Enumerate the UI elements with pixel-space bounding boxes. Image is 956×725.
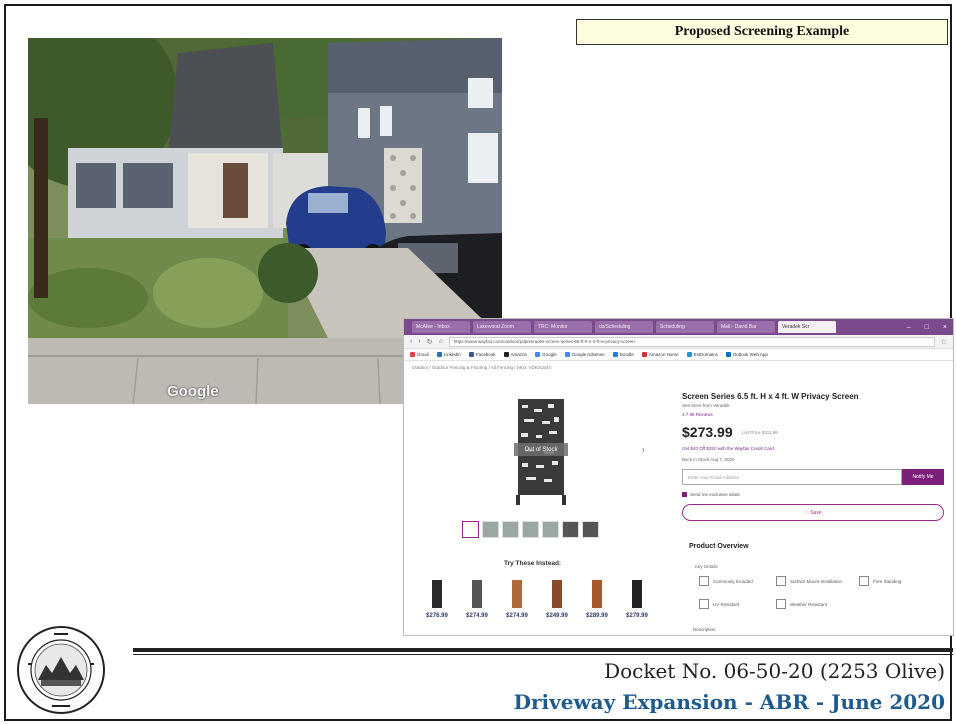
browser-tab[interactable]: McAfee - Inbox: [412, 321, 470, 333]
feature-item: Commonly Included: [699, 576, 753, 586]
see-more-link[interactable]: See More from Veradek: [682, 403, 730, 408]
product-thumbnail: [432, 580, 442, 608]
suggested-price: $289.99: [586, 613, 608, 619]
bookmark-item[interactable]: LinkedIn: [436, 352, 461, 357]
suggested-price: $249.99: [546, 613, 568, 619]
suggested-product[interactable]: $274.99: [502, 580, 532, 619]
checkbox-label: Send me exclusive deals: [690, 492, 740, 497]
bookmark-item[interactable]: ExtDomains: [686, 352, 718, 357]
star-icon[interactable]: ☆: [941, 338, 947, 346]
notify-form: Enter Your Email Address Notify Me: [682, 469, 944, 485]
back-icon[interactable]: ‹: [410, 338, 412, 345]
suggested-price: $274.99: [466, 613, 488, 619]
save-button[interactable]: ♡ Save: [682, 504, 944, 521]
suggested-product[interactable]: $249.99: [542, 580, 572, 619]
email-field[interactable]: Enter Your Email Address: [682, 469, 902, 485]
bookmark-item[interactable]: Google Adsense: [564, 352, 605, 357]
suggested-price: $276.99: [426, 613, 448, 619]
close-icon[interactable]: ×: [943, 324, 947, 331]
bookmark-item[interactable]: Outlook Web App: [725, 352, 768, 357]
url-field[interactable]: https://www.wayfair.com/outdoor/pdp/vera…: [448, 336, 935, 347]
breadcrumb[interactable]: Outdoor / Outdoor Fencing & Flooring / A…: [404, 361, 953, 374]
suggested-price: $279.99: [626, 613, 648, 619]
docket-number: Docket No. 06-50-20 (2253 Olive): [604, 659, 945, 683]
browser-screenshot: McAfee - Inbox Lakewood Zoom TRC: Monito…: [403, 318, 954, 636]
mount-icon: [776, 576, 786, 586]
suggested-price: $274.99: [506, 613, 528, 619]
slide-subtitle: Driveway Expansion - ABR - June 2020: [513, 690, 945, 714]
slide-title: Proposed Screening Example: [576, 19, 948, 45]
sun-icon: [699, 599, 709, 609]
thumbnail[interactable]: [542, 521, 559, 538]
thumbnail[interactable]: [522, 521, 539, 538]
reload-icon[interactable]: ↻: [427, 338, 433, 346]
product-title: Screen Series 6.5 ft. H x 4 ft. W Privac…: [682, 392, 859, 401]
rating-stars[interactable]: 4.7 96 Reviews: [682, 412, 713, 417]
thumbnail[interactable]: [582, 521, 599, 538]
try-these-row: $276.99 $274.99 $274.99 $249.99 $289.99 …: [422, 580, 652, 619]
footer-rule: [133, 648, 953, 652]
bookmark-item[interactable]: Doodle: [612, 352, 634, 357]
google-watermark: Google: [167, 383, 219, 400]
exclusive-deals-checkbox[interactable]: Send me exclusive deals: [682, 492, 740, 497]
feature-item: Weather Resistant: [776, 599, 827, 609]
bookmark-item[interactable]: Google: [535, 352, 557, 357]
bookmark-item[interactable]: Amazon Home: [641, 352, 679, 357]
browser-tab-active[interactable]: Veradek Scr: [778, 321, 836, 333]
browser-tab[interactable]: ds/Scheduling: [595, 321, 653, 333]
thumbnail[interactable]: [502, 521, 519, 538]
bookmark-item[interactable]: Gmail: [410, 352, 429, 357]
city-seal-logo: [17, 626, 105, 714]
product-thumbnail: [512, 580, 522, 608]
promo-link[interactable]: Get $40 Off $250 with the Wayfair Credit…: [682, 446, 774, 451]
product-overview-heading: Product Overview: [689, 543, 749, 550]
product-thumbnail: [592, 580, 602, 608]
minimize-icon[interactable]: –: [907, 324, 911, 331]
out-of-stock-badge: Out of Stock: [514, 443, 568, 456]
weather-icon: [776, 599, 786, 609]
list-price: List Price $311.99: [742, 430, 778, 435]
bookmarks-bar: Gmail LinkedIn Facebook Amazon Google Go…: [404, 349, 953, 361]
suggested-product[interactable]: $276.99: [422, 580, 452, 619]
feature-item: Free Standing: [859, 576, 901, 586]
checkbox-icon[interactable]: [682, 492, 687, 497]
thumbnail[interactable]: [462, 521, 479, 538]
image-thumbnails: [462, 521, 599, 538]
product-thumbnail: [552, 580, 562, 608]
home-icon[interactable]: ⌂: [439, 338, 443, 345]
suggested-product[interactable]: $279.99: [622, 580, 652, 619]
stand-icon: [859, 576, 869, 586]
browser-tab[interactable]: Scheduling: [656, 321, 714, 333]
product-price: $273.99: [682, 424, 733, 440]
description-heading[interactable]: Description: [693, 627, 716, 632]
notify-button[interactable]: Notify Me: [902, 469, 944, 485]
product-thumbnail: [472, 580, 482, 608]
window-controls: – □ ×: [907, 324, 953, 331]
maximize-icon[interactable]: □: [925, 324, 929, 331]
suggested-product[interactable]: $289.99: [582, 580, 612, 619]
try-these-label: Try These Instead:: [504, 560, 562, 567]
stock-date: Back in Stock Aug 7, 2020: [682, 457, 735, 462]
bookmark-item[interactable]: Amazon: [503, 352, 527, 357]
box-icon: [699, 576, 709, 586]
footer-rule-thin: [133, 654, 953, 655]
browser-tab[interactable]: TRC: Monitor: [534, 321, 592, 333]
bookmark-item[interactable]: Facebook: [468, 352, 496, 357]
browser-tab[interactable]: Lakewood Zoom: [473, 321, 531, 333]
key-details-label: Key Details: [695, 564, 718, 569]
product-thumbnail: [632, 580, 642, 608]
browser-tab[interactable]: Mail - David Bar: [717, 321, 775, 333]
thumbnail[interactable]: [562, 521, 579, 538]
thumbnail[interactable]: [482, 521, 499, 538]
address-bar: ‹ › ↻ ⌂ https://www.wayfair.com/outdoor/…: [404, 335, 953, 349]
feature-item: UV Resistant: [699, 599, 739, 609]
forward-icon[interactable]: ›: [418, 338, 420, 345]
chevron-right-icon[interactable]: ›: [642, 445, 645, 454]
feature-item: Surface Mount Installation: [776, 576, 842, 586]
browser-tab-bar: McAfee - Inbox Lakewood Zoom TRC: Monito…: [404, 319, 953, 335]
suggested-product[interactable]: $274.99: [462, 580, 492, 619]
